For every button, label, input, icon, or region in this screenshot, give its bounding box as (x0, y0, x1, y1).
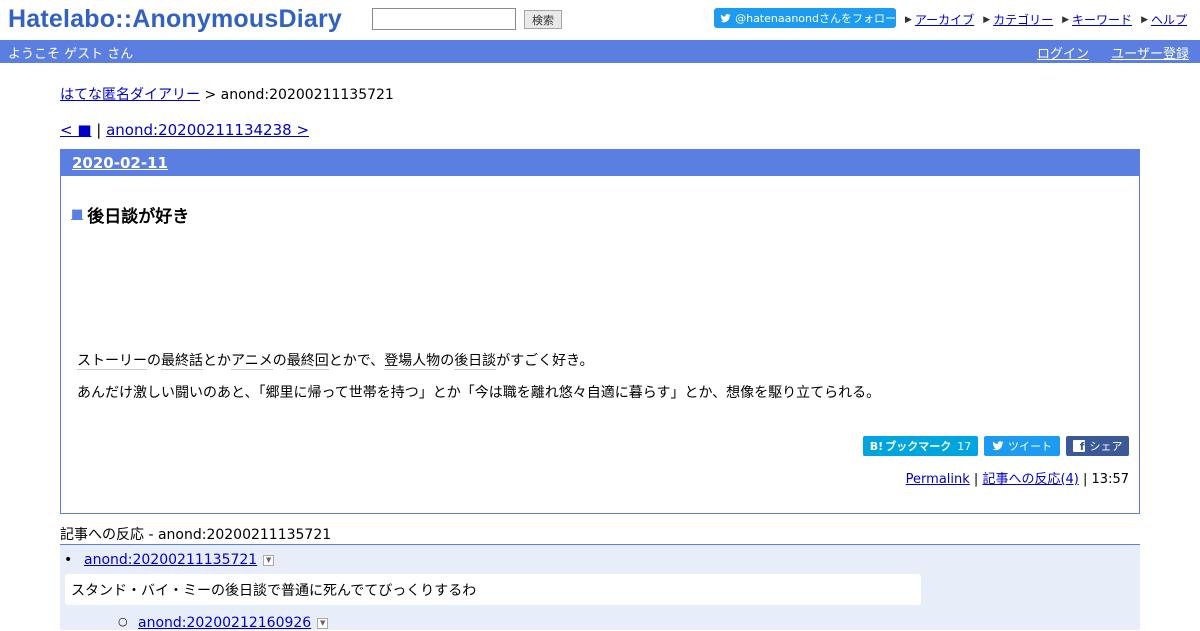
twitter-icon (720, 13, 731, 22)
dropdown-icon[interactable]: ▼ (263, 554, 275, 566)
entry-title-text: 後日談が好き (87, 207, 190, 227)
permalink-link[interactable]: Permalink (906, 472, 970, 487)
keyword-link[interactable]: 最終回 (286, 353, 329, 370)
arrow-icon: ▶ (904, 14, 912, 25)
keyword-link[interactable]: キーワード (1072, 11, 1132, 28)
entry-body-line-2: あんだけ激しい闘いのあと、「郷里に帰って世帯を持つ」とか「今は職を離れ悠々自適に… (77, 385, 881, 401)
body-text: の (440, 353, 455, 369)
entry-time: 13:57 (1091, 472, 1129, 487)
keyword-link[interactable]: 後日談 (454, 353, 497, 370)
login-link[interactable]: ログイン (1037, 43, 1089, 62)
welcome-text: ようこそ ゲスト さん (8, 47, 134, 62)
day-header: 2020-02-11 (61, 150, 1139, 176)
breadcrumb-separator: > (200, 87, 221, 103)
header: Hatelabo::AnonymousDiary 検索 @hatenaanond… (0, 0, 1200, 40)
breadcrumb-current: anond:20200211135721 (220, 87, 394, 103)
body-text: の (147, 353, 161, 369)
arrow-icon: ▶ (983, 14, 991, 25)
article-box: 2020-02-11 ■ 後日談が好き ストーリーの最終話とかアニメの最終回とか… (60, 149, 1140, 514)
next-entry-link[interactable]: anond:20200211134238 > (106, 121, 309, 139)
top-links: ▶ アーカイブ ▶ カテゴリー ▶ キーワード ▶ ヘルプ (896, 11, 1187, 28)
keyword-link[interactable]: 最終話 (161, 353, 203, 370)
reactions-link[interactable]: 記事への反応(4) (982, 472, 1078, 487)
body-text: の (272, 353, 287, 369)
search-button[interactable]: 検索 (524, 10, 562, 29)
breadcrumb-home-link[interactable]: はてな匿名ダイアリー (60, 87, 200, 103)
body-text: がすごく好き。 (496, 353, 594, 369)
bookmark-label: ブックマーク (885, 440, 952, 453)
keyword-link[interactable]: 登場人物 (384, 353, 441, 370)
tweet-label: ツイート (1008, 440, 1052, 453)
breadcrumb: はてな匿名ダイアリー > anond:20200211135721 (60, 84, 394, 104)
prev-entry-link[interactable]: < ■ (60, 121, 92, 139)
facebook-share-button[interactable]: f シェア (1066, 436, 1129, 456)
reactions-tree: • anond:20200211135721 ▼ スタンド・バイ・ミーの後日談で… (60, 545, 1140, 631)
hatena-b-icon: B! (869, 439, 884, 453)
twitter-icon (992, 441, 1004, 451)
keyword-link[interactable]: ストーリー (77, 353, 147, 370)
body-text: とかで、 (328, 353, 385, 369)
reaction-link[interactable]: anond:20200211135721 (84, 552, 257, 568)
help-link[interactable]: ヘルプ (1151, 11, 1187, 28)
reaction-link[interactable]: anond:20200212160926 (138, 615, 311, 631)
site-logo[interactable]: Hatelabo::AnonymousDiary (8, 5, 342, 34)
arrow-icon: ▶ (1062, 14, 1070, 25)
list-bullet-icon: ○ (118, 615, 128, 628)
entry-meta: Permalink | 記事への反応(4) | 13:57 (906, 468, 1129, 487)
entry-body-line-1: ストーリーの最終話とかアニメの最終回とかで、登場人物の後日談がすごく好き。 (77, 350, 594, 370)
reactions-heading: 記事への反応 - anond:20200211135721 (60, 527, 332, 543)
list-bullet-icon: • (64, 552, 73, 568)
category-link[interactable]: カテゴリー (993, 11, 1053, 28)
entry-permalink-square[interactable]: ■ (71, 207, 83, 222)
entry-navigation: < ■ | anond:20200211134238 > (60, 121, 309, 139)
keyword-link[interactable]: アニメ (231, 353, 273, 370)
reaction-quote: スタンド・バイ・ミーの後日談で普通に死んでてびっくりするわ (65, 574, 921, 605)
bookmark-count: 17 (957, 439, 972, 453)
dropdown-icon[interactable]: ▼ (317, 617, 329, 629)
reaction-item: anond:20200211135721 ▼ (84, 552, 275, 568)
nav-separator: | (91, 121, 107, 139)
arrow-icon: ▶ (1141, 14, 1148, 25)
tweet-button[interactable]: ツイート (984, 436, 1060, 456)
search-input[interactable] (372, 8, 516, 30)
twitter-follow-button[interactable]: @hatenaanondさんをフォロー (714, 8, 896, 28)
reaction-item: anond:20200212160926 ▼ (138, 615, 329, 631)
entry-title: ■ 後日談が好き (71, 202, 189, 227)
facebook-icon: f (1072, 440, 1085, 452)
meta-separator: | (1078, 472, 1092, 487)
register-link[interactable]: ユーザー登録 (1111, 43, 1189, 62)
meta-separator: | (969, 472, 983, 487)
body-text: とか (203, 353, 231, 369)
hatena-bookmark-button[interactable]: B! ブックマーク 17 (863, 436, 978, 456)
day-date-link[interactable]: 2020-02-11 (72, 154, 168, 172)
fb-share-label: シェア (1089, 440, 1123, 453)
follow-label: @hatenaanondさんをフォロー (735, 12, 896, 25)
user-bar: ようこそ ゲスト さん ログイン ユーザー登録 (0, 40, 1200, 63)
archive-link[interactable]: アーカイブ (915, 11, 974, 28)
